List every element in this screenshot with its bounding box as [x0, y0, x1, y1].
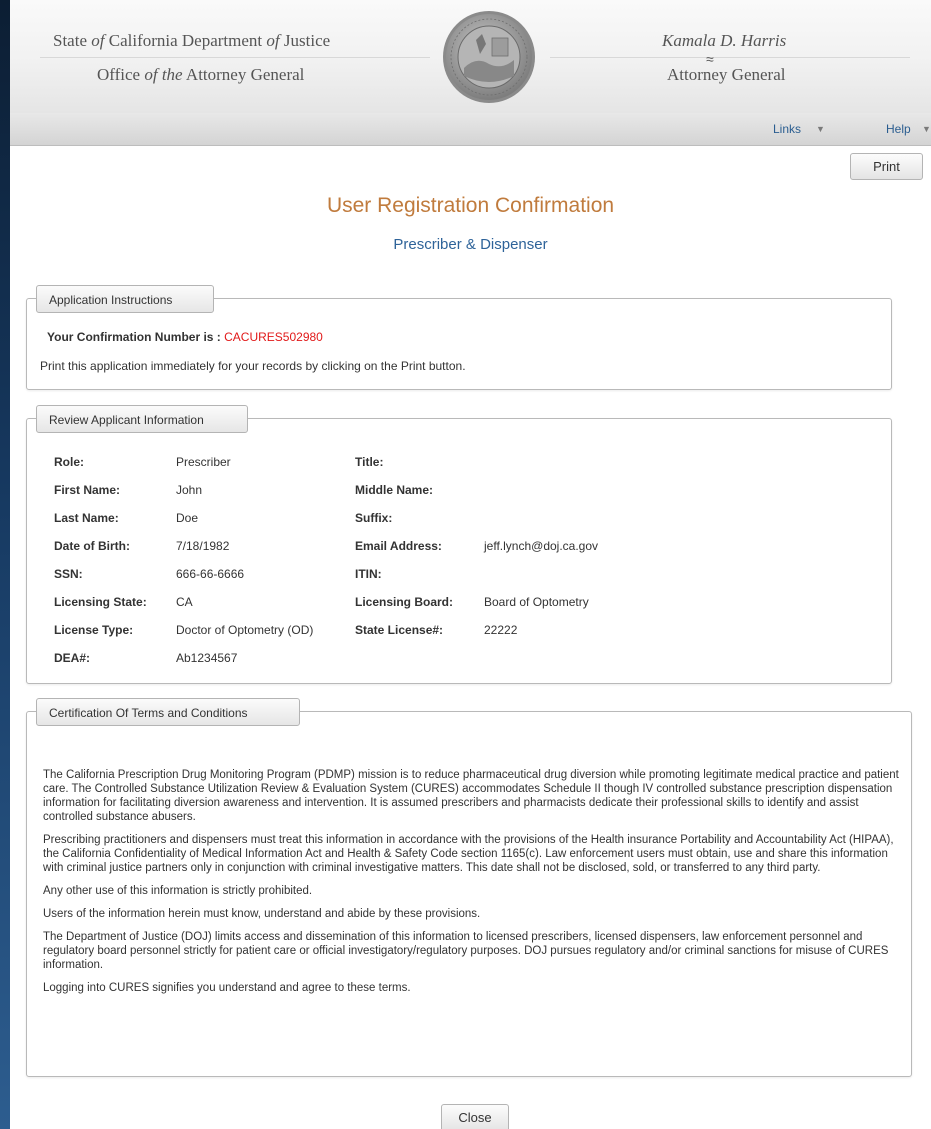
ssn-label: SSN: [54, 567, 83, 581]
state-license-value: 22222 [484, 623, 518, 637]
terms-paragraph: Prescribing practitioners and dispensers… [43, 834, 894, 874]
application-instructions-legend: Application Instructions [36, 285, 214, 313]
email-value: jeff.lynch@doj.ca.gov [484, 539, 599, 553]
attorney-general-title: Attorney General [667, 65, 786, 84]
licensing-board-label: Licensing Board: [355, 595, 454, 609]
top-nav-bar: Links ▼ Help ▼ [10, 113, 931, 146]
page-title: User Registration Confirmation [326, 194, 615, 217]
dea-label: DEA#: [54, 651, 91, 665]
last-name-label: Last Name: [54, 511, 119, 525]
terms-conditions-legend: Certification Of Terms and Conditions [36, 698, 300, 726]
nav-links-menu[interactable]: Links [773, 122, 801, 136]
license-type-value: Doctor of Optometry (OD) [176, 623, 314, 637]
office-name: Office of the Attorney General [97, 65, 305, 84]
review-applicant-legend: Review Applicant Information [36, 405, 248, 433]
licensing-state-value: CA [176, 595, 193, 609]
print-instruction-text: Print this application immediately for y… [40, 359, 466, 373]
close-button[interactable]: Close [441, 1104, 509, 1129]
middle-name-label: Middle Name: [355, 483, 434, 497]
title-label: Title: [355, 455, 384, 469]
license-type-label: License Type: [54, 623, 134, 637]
confirmation-label: Your Confirmation Number is : [47, 330, 225, 344]
first-name-label: First Name: [54, 483, 121, 497]
chevron-down-icon[interactable]: ▼ [922, 124, 931, 134]
licensing-board-value: Board of Optometry [484, 595, 589, 609]
state-seal-logo [443, 11, 535, 103]
print-button[interactable]: Print [850, 153, 923, 180]
attorney-general-name: Kamala D. Harris [662, 31, 787, 50]
terms-paragraph: Logging into CURES signifies you underst… [43, 982, 411, 994]
confirmation-line: Your Confirmation Number is : CACURES502… [47, 330, 323, 344]
page-subtitle: Prescriber & Dispenser [393, 236, 548, 253]
terms-paragraph: Any other use of this information is str… [43, 885, 313, 897]
dob-label: Date of Birth: [54, 539, 130, 553]
terms-paragraph: The Department of Justice (DOJ) limits a… [43, 931, 889, 971]
department-name: State of California Department of Justic… [53, 31, 331, 50]
last-name-value: Doe [176, 511, 199, 525]
role-label: Role: [54, 455, 84, 469]
terms-conditions-panel: The California Prescription Drug Monitor… [26, 711, 912, 1077]
nav-help-menu[interactable]: Help [886, 122, 911, 136]
doj-header: State of California Department of Justic… [10, 0, 931, 114]
confirmation-number: CACURES502980 [224, 330, 323, 344]
registration-page: State of California Department of Justic… [10, 0, 931, 1129]
terms-paragraph: Users of the information herein must kno… [43, 908, 481, 920]
window-backdrop [0, 0, 10, 1129]
terms-paragraph: The California Prescription Drug Monitor… [43, 769, 899, 823]
role-value: Prescriber [176, 455, 231, 469]
review-applicant-panel: Role: Prescriber First Name: John Last N… [26, 418, 892, 684]
itin-label: ITIN: [355, 567, 382, 581]
chevron-down-icon[interactable]: ▼ [816, 124, 825, 134]
licensing-state-label: Licensing State: [54, 595, 147, 609]
dea-value: Ab1234567 [176, 651, 238, 665]
first-name-value: John [176, 483, 203, 497]
ssn-value: 666-66-6666 [176, 567, 245, 581]
header-divider-left [40, 57, 430, 58]
suffix-label: Suffix: [355, 511, 393, 525]
terms-text: The California Prescription Drug Monitor… [43, 768, 903, 1004]
state-license-label: State License#: [355, 623, 444, 637]
email-label: Email Address: [355, 539, 442, 553]
header-divider-right [550, 57, 910, 58]
dob-value: 7/18/1982 [176, 539, 230, 553]
